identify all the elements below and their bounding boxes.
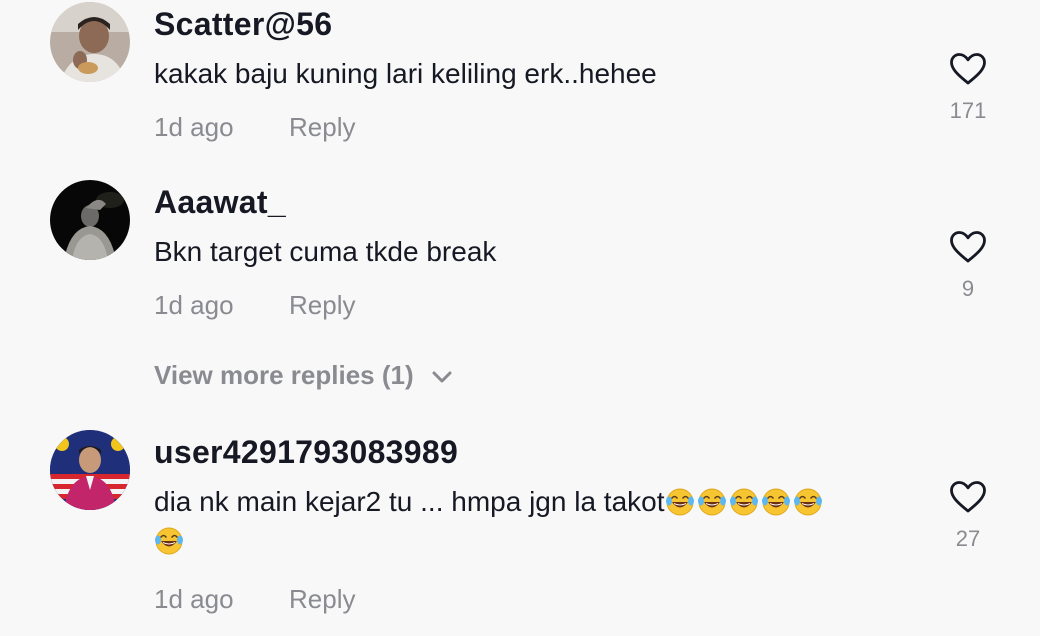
username[interactable]: Scatter@56	[154, 6, 332, 43]
like-control: 171	[936, 52, 1000, 124]
comment-meta: 1d ago Reply	[154, 290, 355, 321]
like-count: 171	[949, 98, 987, 123]
like-control: 27	[936, 480, 1000, 552]
comment-meta: 1d ago Reply	[154, 584, 355, 615]
reply-button[interactable]: Reply	[289, 112, 355, 143]
comment-meta: 1d ago Reply	[154, 112, 355, 143]
face-with-tears-of-joy-icon	[729, 488, 758, 516]
face-with-tears-of-joy-icon	[665, 488, 694, 516]
timestamp: 1d ago	[154, 112, 234, 142]
emoji-group	[665, 487, 823, 517]
timestamp: 1d ago	[154, 290, 234, 320]
reply-button[interactable]: Reply	[289, 290, 355, 321]
face-with-tears-of-joy-icon	[697, 488, 726, 516]
view-more-label: View more replies (1)	[154, 360, 414, 390]
username[interactable]: Aaawat_	[154, 184, 286, 221]
face-with-tears-of-joy-icon	[761, 488, 790, 516]
face-with-tears-of-joy-icon	[155, 527, 183, 555]
emoji-group	[154, 526, 894, 556]
reply-button[interactable]: Reply	[289, 584, 355, 615]
face-with-tears-of-joy-icon	[793, 488, 822, 516]
comment-text-wrap	[154, 526, 894, 556]
username[interactable]: user4291793083989	[154, 434, 458, 471]
heart-outline-icon[interactable]	[949, 230, 987, 264]
comment-text: kakak baju kuning lari keliling erk..heh…	[154, 58, 657, 89]
chevron-down-icon	[432, 371, 452, 383]
comment-text: Bkn target cuma tkde break	[154, 236, 497, 267]
timestamp: 1d ago	[154, 584, 234, 614]
like-count: 27	[955, 526, 981, 551]
avatar[interactable]	[50, 180, 130, 260]
comment-text: dia nk main kejar2 tu ... hmpa jgn la ta…	[154, 480, 894, 524]
comment-text-body: dia nk main kejar2 tu ... hmpa jgn la ta…	[154, 486, 665, 517]
avatar[interactable]	[50, 430, 130, 510]
like-count: 9	[961, 276, 975, 301]
heart-outline-icon[interactable]	[949, 480, 987, 514]
like-control: 9	[936, 230, 1000, 302]
heart-outline-icon[interactable]	[949, 52, 987, 86]
avatar[interactable]	[50, 2, 130, 82]
view-more-replies-button[interactable]: View more replies (1)	[154, 360, 453, 391]
